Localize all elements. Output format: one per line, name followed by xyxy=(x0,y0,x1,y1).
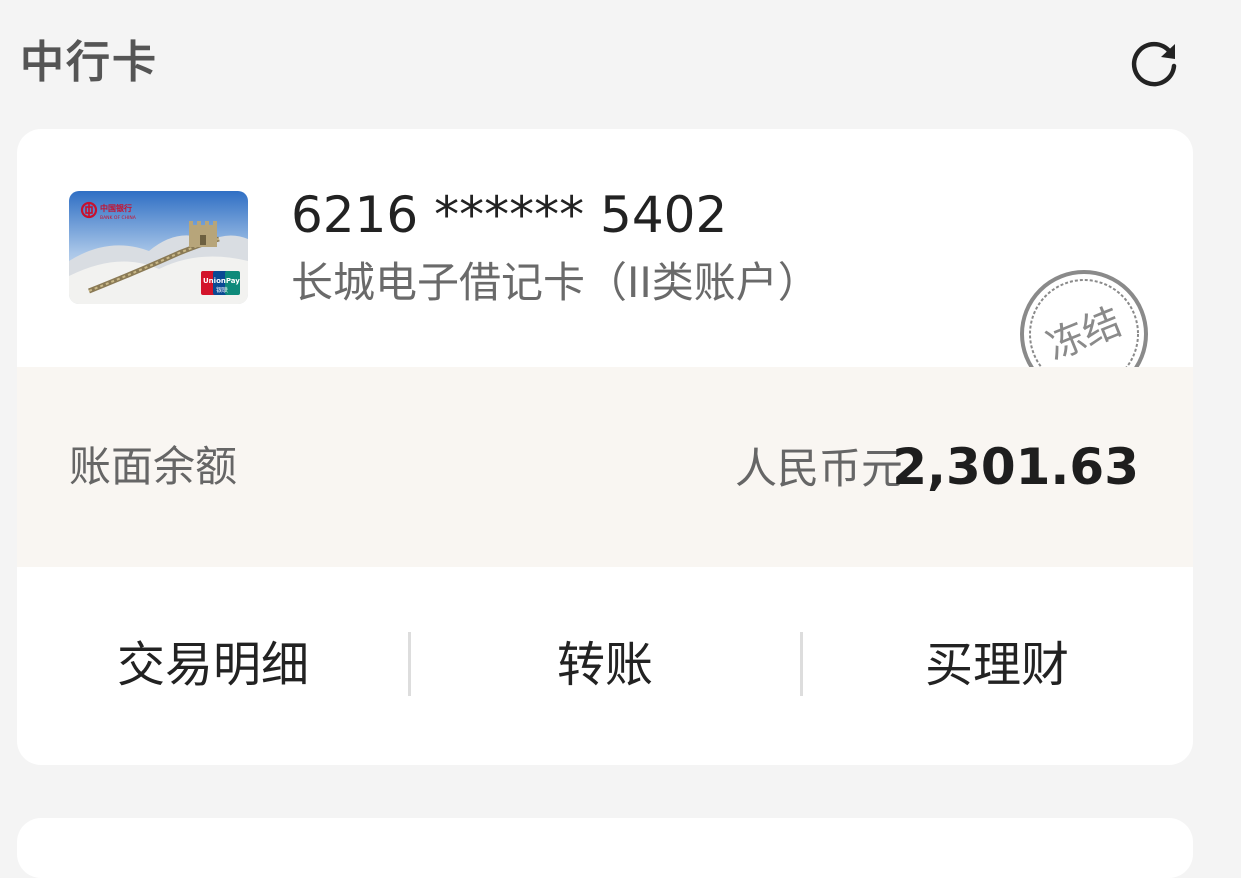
transfer-button[interactable]: 转账 xyxy=(409,635,801,695)
refresh-icon xyxy=(1131,41,1177,87)
frozen-stamp-text: 冻结 xyxy=(1041,299,1128,368)
svg-text:银联: 银联 xyxy=(216,286,228,294)
svg-text:UnionPay: UnionPay xyxy=(203,277,240,285)
buy-wealth-management-button[interactable]: 买理财 xyxy=(801,635,1193,695)
next-card-partial xyxy=(17,818,1193,878)
svg-text:中国银行: 中国银行 xyxy=(100,203,132,213)
card-thumbnail[interactable]: 中国银行 BANK OF CHINA UnionPay 银联 xyxy=(69,191,248,304)
refresh-button[interactable] xyxy=(1126,38,1182,94)
currency-label: 人民币元 xyxy=(734,444,903,493)
page-title: 中行卡 xyxy=(20,37,158,88)
balance-section: 账面余额 人民币元 2,301.63 xyxy=(17,367,1193,567)
card-number: 6216 ****** 5402 xyxy=(291,186,728,244)
card-type: 长城电子借记卡（II类账户） xyxy=(291,258,820,307)
balance-amount: 2,301.63 xyxy=(892,438,1139,496)
svg-text:BANK OF CHINA: BANK OF CHINA xyxy=(100,215,137,221)
balance-label: 账面余额 xyxy=(69,442,238,491)
transaction-details-button[interactable]: 交易明细 xyxy=(17,635,409,695)
account-card: 中国银行 BANK OF CHINA UnionPay 银联 6216 ****… xyxy=(17,129,1193,765)
action-bar: 交易明细 转账 买理财 xyxy=(17,567,1193,765)
